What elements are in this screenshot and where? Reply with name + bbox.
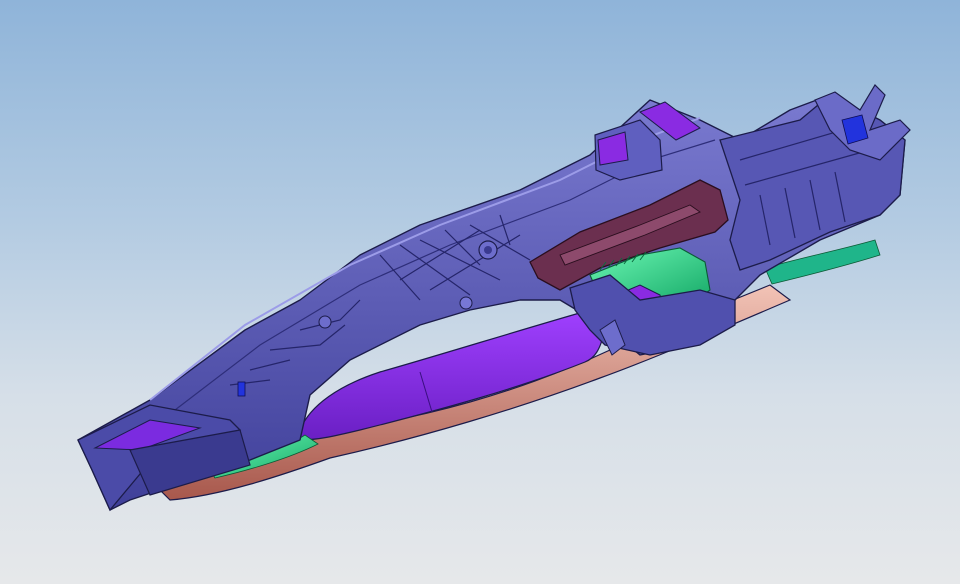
accent-clip-left [237, 381, 246, 397]
cad-viewport[interactable] [0, 0, 960, 584]
door-handle-model[interactable] [0, 0, 960, 584]
housing-boss-inner [484, 246, 492, 254]
housing-boss-small [318, 315, 332, 329]
housing-pin [459, 296, 473, 310]
